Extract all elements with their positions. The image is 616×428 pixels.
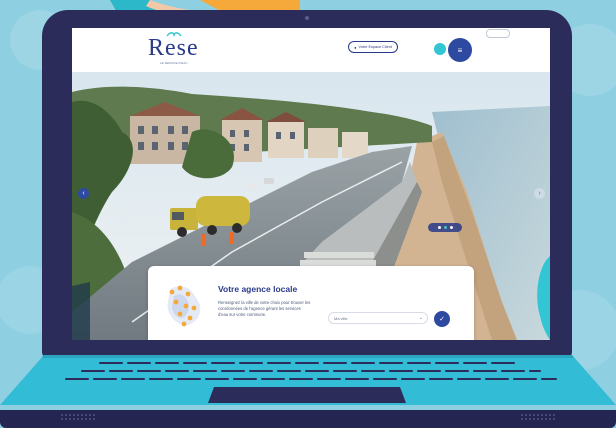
slider-dot[interactable] — [437, 226, 441, 229]
logo-tagline: LE SERVICE D'EAU — [160, 61, 188, 65]
site-logo[interactable]: Rese LE SERVICE D'EAU — [144, 32, 200, 67]
card-description: Renseignez la ville de votre choix pour … — [218, 300, 311, 317]
speaker-grille-left — [60, 413, 96, 421]
chevron-down-icon: ⌄ — [418, 315, 423, 321]
slider-prev-button[interactable]: ‹ — [78, 188, 89, 199]
client-space-label: Votre Espace Client — [358, 45, 392, 49]
menu-icon: ≡ — [457, 45, 463, 55]
map-illustration — [167, 285, 201, 327]
go-button[interactable]: ✓ — [434, 311, 450, 327]
search-button[interactable] — [434, 43, 446, 55]
chevron-right-icon: › — [538, 190, 541, 197]
check-icon: ✓ — [439, 316, 445, 323]
logo-wave-icon — [166, 32, 182, 38]
webcam — [305, 16, 309, 20]
site-header: Rese LE SERVICE D'EAU ● Votre Espace Cli… — [72, 28, 550, 72]
user-icon: ● — [354, 44, 357, 50]
client-space-button[interactable]: ● Votre Espace Client — [348, 41, 398, 53]
laptop-keyboard-deck — [0, 355, 616, 405]
local-agency-card: Votre agence locale Renseignez la ville … — [148, 266, 474, 340]
language-toggle[interactable] — [486, 29, 510, 38]
slider-dot[interactable] — [443, 226, 447, 229]
chevron-left-icon: ‹ — [82, 190, 85, 197]
menu-button[interactable]: ≡ — [448, 38, 472, 62]
card-title: Votre agence locale — [218, 284, 298, 294]
speaker-grille-right — [520, 413, 556, 421]
laptop-screen: ‹ › Rese LE SERVICE D'EAU ● Votre Espace… — [72, 28, 550, 340]
teal-decoration — [537, 256, 550, 340]
slider-dot[interactable] — [449, 226, 453, 229]
slider-pagination[interactable] — [428, 223, 462, 232]
city-select[interactable]: Ma ville ⌄ — [328, 312, 428, 324]
logo-text: Rese — [148, 35, 199, 61]
city-select-value: Ma ville — [334, 315, 348, 321]
slider-next-button[interactable]: › — [534, 188, 545, 199]
